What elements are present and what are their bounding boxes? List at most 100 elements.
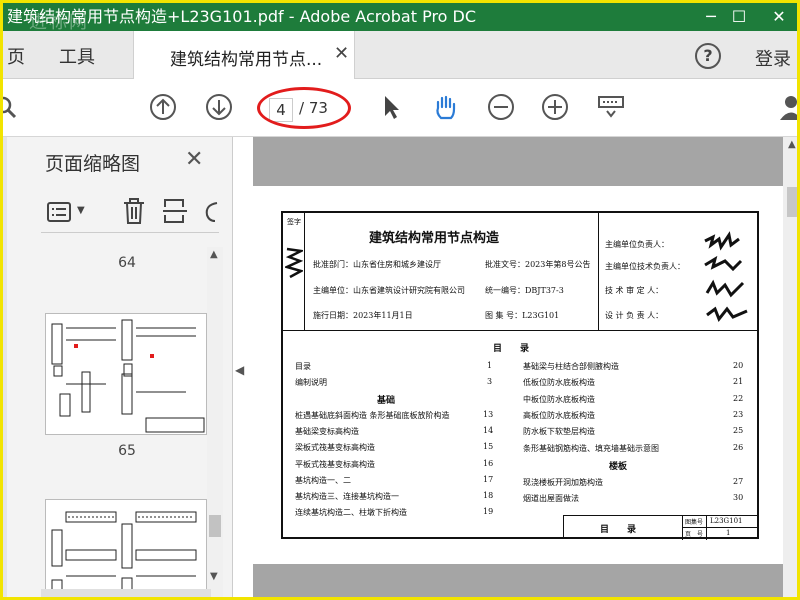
toc-page: 30	[733, 493, 744, 502]
toc-page: 13	[483, 410, 494, 419]
toc-item: 连续基坑构造二、柱墩下折构造	[295, 508, 407, 517]
thumbnail-label-64: 64	[118, 255, 136, 271]
toc-page: 25	[733, 426, 744, 435]
strip-label: 签字	[287, 218, 301, 226]
toc-page: 3	[487, 377, 493, 386]
tab-bar: 页 工具 建筑结构常用节点... ✕ ? 登录	[3, 31, 797, 79]
toc-page: 20	[733, 361, 744, 370]
toc-page: 26	[733, 443, 744, 452]
toc-page: 22	[733, 394, 744, 403]
scroll-up-icon[interactable]: ▲	[788, 139, 796, 150]
signin-link[interactable]: 登录	[755, 45, 791, 71]
toc-item: 高板位防水底板构造	[523, 411, 595, 420]
unified-no: 统一编号：DBJT37-3	[485, 286, 564, 295]
toc-section: 楼板	[609, 462, 628, 472]
toc-page: 16	[483, 459, 494, 468]
page-value: 1	[726, 529, 731, 537]
role-label: 主编单位技术负责人：	[605, 262, 685, 271]
toc-item: 防水板下软垫层构造	[523, 427, 595, 436]
thumbnail-pane: 页面缩略图 ✕ ▼ 64 65 ▲ ▼	[7, 137, 233, 597]
rotate-icon[interactable]	[203, 199, 219, 225]
toc-item: 中板位防水底板构造	[523, 395, 595, 404]
close-pane-icon[interactable]: ✕	[185, 147, 203, 172]
toc-item: 现浇楼板开洞加筋构造	[523, 478, 603, 487]
scrollbar-thumb[interactable]	[787, 187, 797, 217]
toc-section: 基础	[377, 396, 396, 406]
toolbar: 4 / 73	[0, 79, 800, 137]
trash-icon[interactable]	[121, 197, 147, 225]
app-window: 建筑结构常用节点构造+L23G101.pdf - Adobe Acrobat P…	[0, 0, 800, 600]
select-cursor-icon[interactable]	[377, 93, 405, 121]
tab-tools[interactable]: 工具	[59, 43, 95, 69]
scroll-down-icon[interactable]: ▼	[210, 571, 218, 582]
toc-page: 18	[483, 491, 494, 500]
tab-document[interactable]: 建筑结构常用节点... ✕	[133, 31, 355, 79]
toc-page: 21	[733, 377, 744, 386]
toc-page: 14	[483, 426, 494, 435]
responsible-persons: 主编单位负责人： 主编单位技术负责人： 技 术 审 定 人： 设 计 负 责 人…	[599, 213, 757, 331]
thumbnail-hscrollbar[interactable]	[41, 589, 211, 597]
atlas-no: 图 集 号：L23G101	[485, 311, 560, 320]
approve-no: 批准文号：2023年第8号公告	[485, 260, 591, 269]
toc-title: 目 录	[493, 344, 530, 354]
page-display-icon[interactable]	[597, 93, 625, 121]
toc-item: 基础梁与柱结合部侧腋构造	[523, 362, 619, 371]
atlas-label: 图集号	[685, 519, 704, 526]
toc-item: 平板式筏基变标高构造	[295, 460, 375, 469]
toc-item: 低板位防水底板构造	[523, 378, 595, 387]
tab-document-label: 建筑结构常用节点...	[170, 50, 323, 70]
previous-page-icon[interactable]	[149, 93, 177, 121]
toc-page: 1	[487, 361, 493, 370]
document-scrollbar[interactable]: ▲	[783, 137, 797, 597]
scrollbar-thumb[interactable]	[209, 515, 221, 537]
options-menu-icon[interactable]	[47, 201, 71, 223]
signature-image	[285, 247, 303, 279]
help-icon[interactable]: ?	[695, 43, 721, 69]
cover-info: 建筑结构常用节点构造 批准部门：山东省住房和城乡建设厅 批准文号：2023年第8…	[305, 213, 599, 331]
toc-page: 19	[483, 507, 494, 516]
toc-page: 27	[733, 477, 744, 486]
role-label: 主编单位负责人：	[605, 240, 669, 249]
close-window-button[interactable]: ✕	[759, 3, 797, 31]
page-label: 页 号	[685, 531, 704, 538]
thumbnail-page-65[interactable]	[45, 499, 207, 597]
pdf-content: 签字 建筑结构常用节点构造 批准部门：山东省住房和城乡建设厅 批准文号：2023…	[281, 211, 759, 540]
approve-dept: 批准部门：山东省住房和城乡建设厅	[313, 260, 441, 269]
doc-title: 建筑结构常用节点构造	[369, 231, 500, 246]
tab-home[interactable]: 页	[7, 43, 25, 69]
thumbnail-page-64[interactable]	[45, 313, 207, 435]
toc-item: 基坑构造一、二	[295, 476, 351, 485]
toc-page: 23	[733, 410, 744, 419]
search-icon[interactable]	[0, 93, 21, 121]
toc-item: 梁板式筏基变标高构造	[295, 443, 375, 452]
thumbnail-scrollbar[interactable]: ▲ ▼	[207, 247, 223, 597]
zoom-out-icon[interactable]	[487, 93, 515, 121]
scroll-up-icon[interactable]: ▲	[210, 249, 218, 260]
thumbnail-tools: ▼	[41, 193, 219, 233]
chevron-down-icon[interactable]: ▼	[77, 205, 85, 216]
next-page-icon[interactable]	[205, 93, 233, 121]
thumbnail-label-65: 65	[118, 443, 136, 459]
toc-item: 基坑构造三、连接基坑构造一	[295, 492, 399, 501]
toc-item: 目录	[295, 362, 311, 371]
collapse-pane-icon[interactable]: ◀	[235, 363, 244, 377]
toc-item: 桩遇基础底斜面构造 条形基础底板放阶构造	[295, 411, 450, 420]
thumbnail-pane-title: 页面缩略图	[45, 153, 141, 175]
toc-page: 15	[483, 442, 494, 451]
role-label: 技 术 审 定 人：	[605, 286, 664, 295]
toc-item: 烟道出屋面做法	[523, 494, 579, 503]
toc-item: 条形基础钢筋构造、填充墙基础示意图	[523, 444, 659, 453]
close-tab-icon[interactable]: ✕	[334, 43, 349, 64]
highlight-annotation	[257, 87, 351, 129]
signature-image	[704, 231, 748, 322]
toc-page: 17	[483, 475, 494, 484]
extract-page-icon[interactable]	[161, 197, 189, 225]
role-label: 设 计 负 责 人：	[605, 311, 664, 320]
hand-tool-icon[interactable]	[431, 93, 459, 121]
atlas-value: L23G101	[710, 517, 743, 525]
impl-date: 施行日期：2023年11月1日	[313, 311, 413, 320]
maximize-button[interactable]: ☐	[719, 3, 759, 31]
zoom-in-icon[interactable]	[541, 93, 569, 121]
toc-item: 基础梁变标高构造	[295, 427, 359, 436]
user-icon[interactable]	[777, 93, 800, 121]
